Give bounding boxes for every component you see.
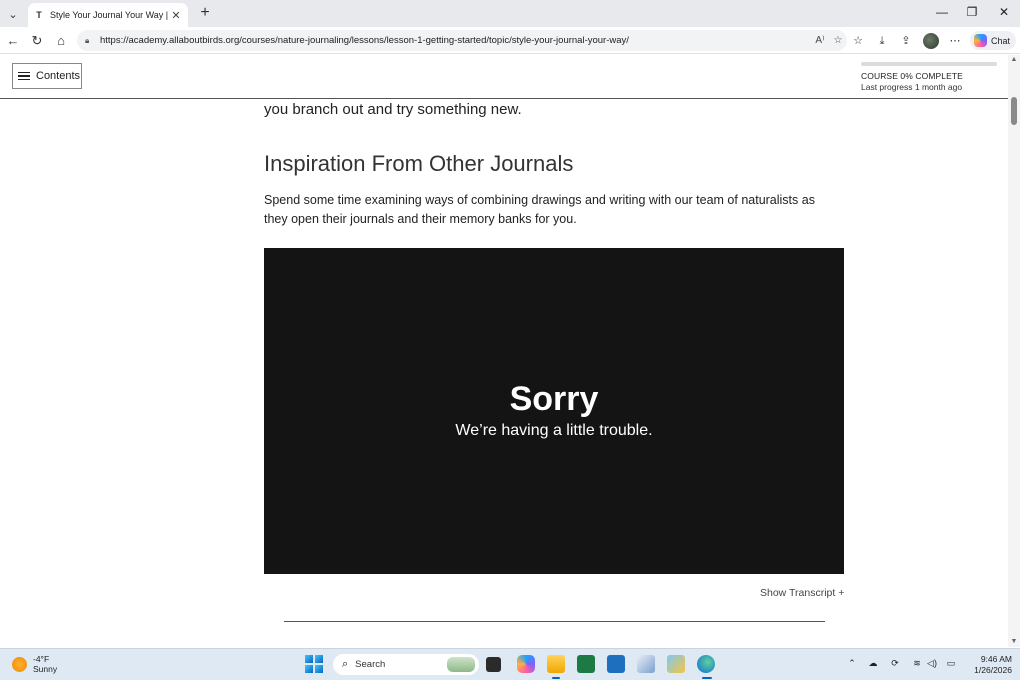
copilot-app-icon[interactable] (517, 655, 535, 673)
search-highlight-image (447, 657, 475, 672)
lesson-content: you branch out and try something new. In… (0, 99, 1008, 647)
page-scrollbar[interactable]: ▲ ▼ (1008, 55, 1020, 647)
system-clock[interactable]: 9:46 AM 1/26/2026 (962, 654, 1012, 676)
show-hidden-icons-chevron-icon[interactable]: ⌃ (845, 658, 859, 669)
close-tab-icon[interactable]: ✕ (170, 9, 182, 22)
lock-icon: 🔒︎ (85, 35, 90, 45)
snipping-tool-icon[interactable] (637, 655, 655, 673)
copilot-icon (974, 34, 987, 47)
paragraph-fragment: you branch out and try something new. (264, 101, 522, 118)
course-progress: COURSE 0% COMPLETE Last progress 1 month… (861, 62, 998, 92)
address-bar-row: ← ↻ ⌂ 🔒︎ https://academy.allaboutbirds.o… (0, 27, 1020, 54)
windows-start-icon[interactable] (305, 655, 323, 673)
tab-actions-chevron-icon[interactable]: ⌄ (3, 4, 23, 24)
section-heading: Inspiration From Other Journals (264, 151, 574, 176)
temperature: -4°F (33, 654, 50, 664)
onedrive-cloud-icon[interactable]: ☁ (866, 658, 880, 669)
edge-browser-icon[interactable] (697, 655, 715, 673)
site-favicon-icon: T (36, 10, 42, 20)
video-player[interactable]: Sorry We’re having a little trouble. (264, 248, 844, 574)
excel-icon[interactable] (577, 655, 595, 673)
outlook-icon[interactable] (607, 655, 625, 673)
new-tab-plus-icon[interactable]: + (196, 5, 214, 23)
tab-bar: ⌄ T Style Your Journal Your Way | Bird ✕… (0, 0, 1020, 27)
more-menu-icon[interactable]: ⋯ (947, 33, 963, 49)
scrollbar-thumb[interactable] (1011, 97, 1017, 125)
read-aloud-icon[interactable]: A⁾ (811, 35, 829, 46)
wifi-icon[interactable]: ≋ (910, 658, 924, 669)
refresh-icon[interactable]: ↻ (28, 32, 46, 50)
section-divider (284, 621, 825, 622)
weather-condition: Sunny (33, 664, 58, 674)
sun-icon (12, 656, 27, 672)
windows-taskbar: -4°F Sunny ⌕ Search ⌃ ☁ ⟳ ≋ ◁) ▭ 9:46 AM… (0, 648, 1020, 680)
video-error-title: Sorry (509, 380, 599, 418)
back-arrow-icon[interactable]: ← (4, 32, 22, 50)
tab-title: Style Your Journal Your Way | Bird (50, 10, 170, 20)
minimize-icon[interactable]: — (932, 5, 952, 19)
course-header: Contents COURSE 0% COMPLETE Last progres… (0, 55, 1008, 99)
explorer-running-indicator (552, 677, 560, 679)
home-icon[interactable]: ⌂ (52, 32, 70, 50)
photos-icon[interactable] (667, 655, 685, 673)
share-icon[interactable]: ⇪ (898, 33, 914, 49)
contents-label: Contents (36, 70, 81, 82)
scroll-down-arrow-icon[interactable]: ▼ (1009, 638, 1019, 646)
clock-date: 1/26/2026 (974, 665, 1012, 675)
weather-widget[interactable]: -4°F Sunny (12, 654, 57, 674)
profile-avatar[interactable] (923, 33, 939, 49)
hamburger-menu-icon (18, 71, 30, 81)
progress-bar (861, 62, 997, 66)
last-progress-text: Last progress 1 month ago (861, 82, 963, 92)
favorite-star-icon[interactable]: ☆ (829, 35, 847, 46)
copilot-chat-button[interactable]: Chat (970, 31, 1016, 50)
sync-icon[interactable]: ⟳ (888, 658, 902, 669)
contents-button[interactable]: Contents (12, 63, 82, 89)
clock-time: 9:46 AM (980, 654, 1012, 664)
taskbar-search[interactable]: ⌕ Search (333, 654, 479, 675)
close-window-icon[interactable]: ✕ (994, 5, 1014, 19)
scroll-up-arrow-icon[interactable]: ▲ (1009, 56, 1019, 64)
section-paragraph: Spend some time examining ways of combin… (264, 193, 815, 226)
search-icon: ⌕ (342, 658, 349, 670)
edge-running-indicator (702, 677, 712, 679)
downloads-icon[interactable]: ⤓ (874, 33, 890, 49)
search-label: Search (355, 659, 386, 670)
restore-icon[interactable]: ❐ (962, 5, 982, 19)
video-error-message: We’re having a little trouble. (455, 422, 653, 439)
battery-icon[interactable]: ▭ (944, 658, 958, 669)
tab-active[interactable]: T Style Your Journal Your Way | Bird ✕ (28, 3, 188, 27)
task-view-icon[interactable] (486, 657, 501, 672)
chat-label: Chat (991, 35, 1011, 46)
volume-icon[interactable]: ◁) (925, 658, 939, 669)
url-field[interactable]: 🔒︎ https://academy.allaboutbirds.org/cou… (77, 30, 847, 51)
url-text: https://academy.allaboutbirds.org/course… (100, 35, 629, 46)
progress-label: COURSE 0% COMPLETE (861, 71, 963, 81)
show-transcript-link[interactable]: Show Transcript + (760, 587, 844, 599)
favorites-icon[interactable]: ☆ (850, 33, 866, 49)
file-explorer-icon[interactable] (547, 655, 565, 673)
